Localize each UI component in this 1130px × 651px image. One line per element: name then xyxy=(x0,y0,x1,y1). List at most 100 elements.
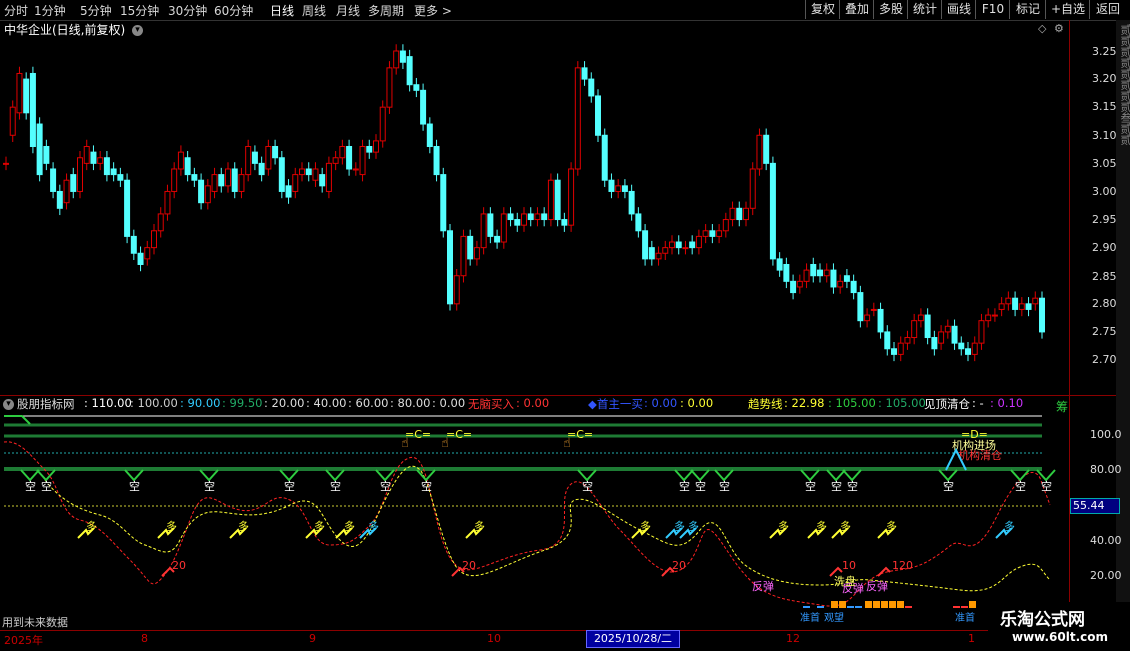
duo-label: 多 xyxy=(674,519,685,533)
kong-arrow-icon xyxy=(842,469,862,482)
rebound-label: 反弹 xyxy=(842,581,864,595)
c-marker: =C= xyxy=(446,428,472,441)
hand-icon: ☝ xyxy=(441,436,449,451)
indicator-tick: 40.00 xyxy=(1090,534,1122,547)
back-button[interactable]: 返回 xyxy=(1089,0,1126,19)
indicator-chart[interactable]: =C= =C= =C= =D= ☝ ☝ ☝ 机构进场 机构清仓 空空空空空空空空… xyxy=(0,0,1070,650)
duo-label: 多 xyxy=(344,519,355,533)
duo-label: 多 xyxy=(1004,519,1015,533)
kong-label: 空 xyxy=(847,479,858,493)
kong-arrow-icon xyxy=(1010,469,1030,482)
kong-arrow-icon xyxy=(279,469,299,482)
kong-label: 空 xyxy=(204,479,215,493)
current-value-badge: 55.44 xyxy=(1070,498,1120,514)
kong-arrow-icon xyxy=(800,469,820,482)
duo-label: 多 xyxy=(816,519,827,533)
kong-arrow-icon xyxy=(20,469,40,482)
price-tick: 2.90 xyxy=(1092,241,1117,254)
kong-label: 空 xyxy=(1041,479,1052,493)
duo-label: 多 xyxy=(314,519,325,533)
kong-label: 空 xyxy=(284,479,295,493)
signal-bar xyxy=(953,606,960,608)
kong-arrow-icon xyxy=(690,469,710,482)
price-tick: 3.25 xyxy=(1092,45,1117,58)
price-tick: 2.70 xyxy=(1092,353,1117,366)
price-tick: 3.20 xyxy=(1092,72,1117,85)
guanwang-label: 观望 xyxy=(824,611,844,624)
right-strip-text: 贰贰贰贰贰贰贰贰叁贰贰 xyxy=(1119,24,1130,145)
kong-label: 空 xyxy=(1015,479,1026,493)
kong-arrow-icon xyxy=(938,469,958,482)
date-label: 2025年 xyxy=(4,634,43,647)
institution-clear-label: 机构清仓 xyxy=(958,448,1002,462)
price-tick: 2.75 xyxy=(1092,325,1117,338)
yellow-dashed-curve xyxy=(44,465,1051,592)
date-label: 1 xyxy=(968,632,975,645)
signal-bar xyxy=(961,606,968,608)
kong-label: 空 xyxy=(805,479,816,493)
duo-label: 多 xyxy=(640,519,651,533)
price-tick: 3.05 xyxy=(1092,157,1117,170)
signal-bar xyxy=(969,601,976,608)
kong-label: 空 xyxy=(41,479,52,493)
signal-bar xyxy=(831,601,838,608)
watermark-title: 乐淘公式网 xyxy=(1000,610,1085,630)
kong-label: 空 xyxy=(380,479,391,493)
signal-bar xyxy=(897,601,904,608)
duo-label: 多 xyxy=(474,519,485,533)
signal-bar xyxy=(847,606,854,608)
kong-label: 空 xyxy=(330,479,341,493)
twenty-label: 20 xyxy=(672,559,686,572)
date-label: 10 xyxy=(487,632,501,645)
hand-icon: ☝ xyxy=(563,436,571,451)
signal-bar xyxy=(855,606,862,608)
ten-label: 10 xyxy=(842,559,856,572)
rebound-label: 反弹 xyxy=(866,579,888,593)
hand-icon: ☝ xyxy=(401,436,409,451)
kong-label: 空 xyxy=(129,479,140,493)
rebound-label: 反弹 xyxy=(752,579,774,593)
duo-label: 多 xyxy=(778,519,789,533)
watermark-url: www.60lt.com xyxy=(1012,630,1109,644)
signal-bar xyxy=(865,601,872,608)
kong-arrow-icon xyxy=(36,469,56,482)
kong-arrow-icon xyxy=(577,469,597,482)
selected-date: 2025/10/28/二 xyxy=(586,630,680,648)
kong-label: 空 xyxy=(695,479,706,493)
signal-bar xyxy=(873,601,880,608)
kong-label: 空 xyxy=(582,479,593,493)
indicator-tick: 20.00 xyxy=(1090,569,1122,582)
kong-arrow-icon xyxy=(325,469,345,482)
price-tick: 2.85 xyxy=(1092,270,1117,283)
zhunshou-label: 准首 xyxy=(955,611,975,624)
duo-label: 多 xyxy=(886,519,897,533)
twenty-label: 20 xyxy=(462,559,476,572)
date-label: 8 xyxy=(141,632,148,645)
price-tick: 3.00 xyxy=(1092,185,1117,198)
zhunshou-label: 准首 xyxy=(800,611,820,624)
signal-bar xyxy=(881,601,888,608)
duo-label: 多 xyxy=(86,519,97,533)
kong-label: 空 xyxy=(943,479,954,493)
signal-bar xyxy=(803,606,810,608)
twenty-label: 20 xyxy=(172,559,186,572)
signal-bar xyxy=(839,601,846,608)
indicator-tick: 80.00 xyxy=(1090,463,1122,476)
indicator-tick: 100.0 xyxy=(1090,428,1122,441)
kong-arrow-icon xyxy=(714,469,734,482)
duo-label: 多 xyxy=(368,519,379,533)
duo-label: 多 xyxy=(840,519,851,533)
kong-arrow-icon xyxy=(199,469,219,482)
kong-label: 空 xyxy=(421,479,432,493)
kong-label: 空 xyxy=(719,479,730,493)
kong-label: 空 xyxy=(831,479,842,493)
footer-note: 用到未来数据 xyxy=(2,616,68,629)
signal-bar xyxy=(905,606,912,608)
kong-label: 空 xyxy=(25,479,36,493)
price-tick: 2.80 xyxy=(1092,297,1117,310)
signal-bar xyxy=(889,601,896,608)
kong-arrow-icon xyxy=(375,469,395,482)
price-tick: 2.95 xyxy=(1092,213,1117,226)
duo-label: 多 xyxy=(166,519,177,533)
kong-label: 空 xyxy=(679,479,690,493)
